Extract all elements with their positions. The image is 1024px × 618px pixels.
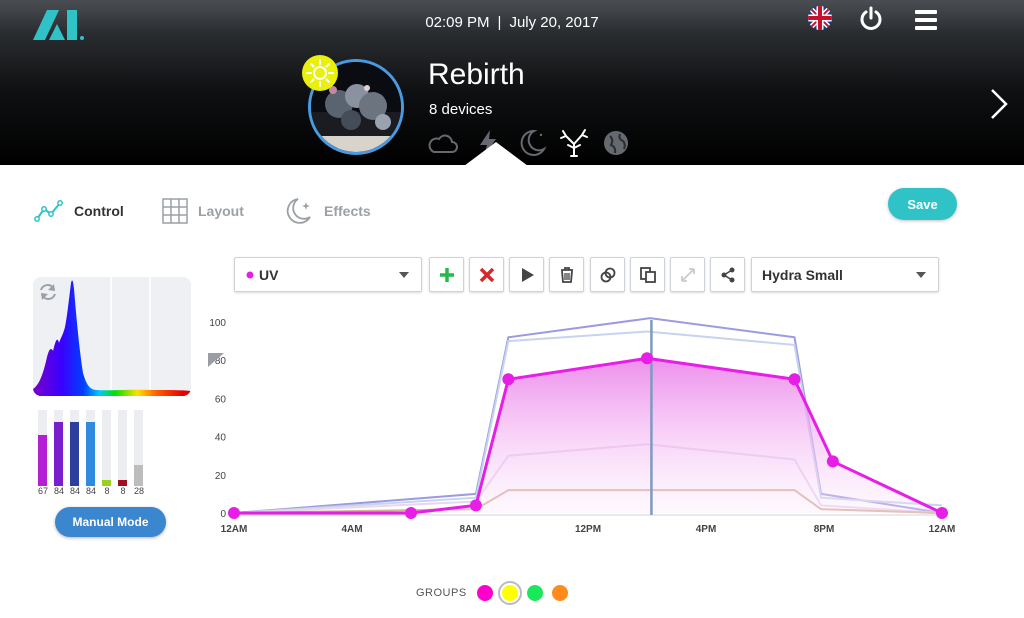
x-tick-label: 12AM [221, 524, 248, 535]
chevron-right-icon[interactable] [982, 84, 1016, 124]
remove-point-button[interactable] [469, 257, 504, 292]
group-dot[interactable] [476, 585, 493, 601]
channel-select-value: UV [259, 266, 279, 283]
share-button[interactable] [710, 257, 745, 292]
copy-button[interactable] [630, 257, 665, 292]
schedule-point[interactable] [405, 507, 417, 519]
groups-selector: GROUPS [416, 580, 577, 606]
groups-label: GROUPS [416, 587, 467, 599]
channel-track [54, 410, 63, 486]
x-tick-label: 4AM [341, 524, 362, 535]
spectrum-graph [33, 277, 191, 396]
save-button[interactable]: Save [888, 188, 957, 220]
active-series-area [234, 358, 942, 513]
link-button[interactable] [590, 257, 625, 292]
flag-icon[interactable] [808, 6, 832, 30]
chevron-down-icon [399, 272, 409, 278]
schedule-point[interactable] [502, 373, 515, 386]
y-tick-label: 20 [215, 471, 227, 482]
channel-track [102, 410, 111, 486]
tab-control[interactable]: Control [34, 196, 124, 226]
expand-icon [680, 267, 695, 282]
expand-button[interactable] [670, 257, 705, 292]
device-count: 8 devices [429, 101, 493, 118]
trash-icon [560, 266, 573, 283]
schedule-point[interactable] [469, 499, 482, 512]
channel-fill [134, 464, 143, 486]
channel-value: 28 [133, 486, 144, 496]
y-tick-label: 40 [215, 433, 227, 444]
tab-effects-label: Effects [324, 203, 371, 219]
channel-fill [38, 435, 47, 486]
schedule-point[interactable] [788, 373, 801, 386]
group-dot[interactable] [551, 585, 568, 601]
fixture-select[interactable]: Hydra Small [751, 257, 939, 292]
globe-icon[interactable] [600, 128, 632, 158]
channel-track [118, 410, 127, 486]
tab-layout-label: Layout [198, 203, 244, 219]
cloud-icon[interactable] [428, 128, 460, 158]
channel-track [70, 410, 79, 486]
tab-effects[interactable]: Effects [284, 196, 371, 226]
tank-name: Rebirth [428, 58, 525, 91]
schedule-point[interactable] [228, 507, 240, 519]
channel-track [134, 410, 143, 486]
group-dot[interactable] [526, 585, 543, 601]
schedule-chart[interactable]: 100806040200 12AM 4AM 8AM 12PM 4PM 8PM 12AM [200, 305, 960, 545]
power-icon[interactable] [859, 6, 883, 32]
schedule-point[interactable] [826, 455, 839, 468]
sun-icon [302, 55, 338, 91]
x-tick-label: 12PM [575, 524, 601, 535]
time-text: 02:09 PM [425, 14, 490, 31]
line-graph-icon [34, 200, 63, 222]
add-icon [439, 267, 454, 282]
x-tick-label: 8PM [814, 524, 835, 535]
date-text: July 20, 2017 [509, 14, 599, 31]
schedule-point[interactable] [936, 507, 948, 519]
y-tick-label: 60 [215, 394, 227, 405]
x-tick-label: 4PM [696, 524, 717, 535]
play-button[interactable] [509, 257, 544, 292]
grid-icon [162, 198, 188, 224]
coral-icon[interactable] [558, 128, 590, 158]
channel-track [86, 410, 95, 486]
header-bar: 02:09 PM | July 20, 2017 Rebirth 8 devic… [0, 0, 1024, 165]
play-icon [521, 267, 534, 282]
clear-button[interactable] [549, 257, 584, 292]
tab-layout[interactable]: Layout [162, 196, 244, 226]
y-tick-label: 100 [209, 318, 226, 329]
copy-icon [639, 266, 656, 283]
y-tick-label: 0 [220, 509, 226, 520]
channel-fill [86, 422, 95, 486]
schedule-point[interactable] [641, 352, 653, 365]
chevron-down-icon [916, 272, 926, 278]
datetime-separator: | [497, 14, 502, 31]
channel-fill [70, 422, 79, 486]
channel-track [38, 410, 47, 486]
moon-stars-icon [286, 198, 311, 224]
channel-bars: 67 84 84 84 8 8 28 [33, 408, 145, 498]
tab-control-label: Control [74, 203, 124, 219]
channel-color-dot [246, 271, 254, 278]
link-icon [600, 267, 615, 282]
manual-mode-button[interactable]: Manual Mode [55, 507, 166, 537]
share-icon [721, 267, 734, 282]
add-point-button[interactable] [429, 257, 464, 292]
refresh-icon[interactable] [37, 281, 59, 303]
x-tick-label: 12AM [929, 524, 956, 535]
fixture-select-value: Hydra Small [762, 266, 843, 283]
x-tick-label: 8AM [459, 524, 480, 535]
channel-fill [54, 422, 63, 486]
selection-notch [464, 142, 528, 165]
menu-icon[interactable] [915, 9, 937, 31]
group-dot[interactable] [501, 585, 518, 601]
channel-select[interactable]: UV [234, 257, 422, 292]
delete-icon [479, 267, 494, 282]
